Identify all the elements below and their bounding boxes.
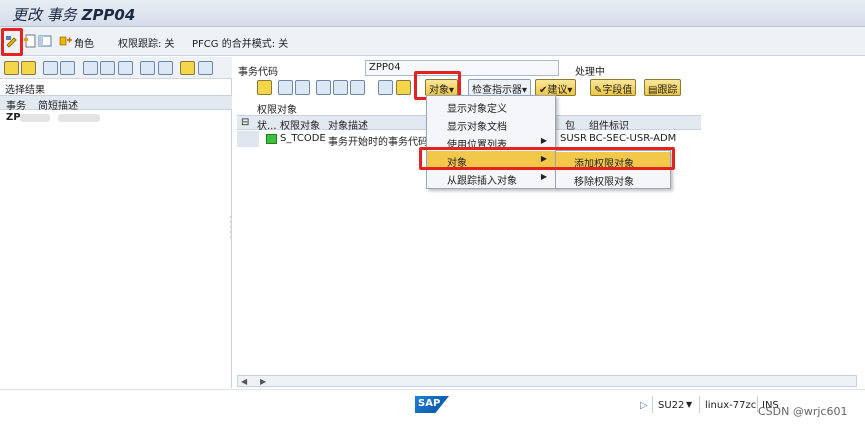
menu-item-insert-from-trace[interactable]: 从跟踪插入对象 ▶ [427, 169, 555, 187]
redacted-text [20, 114, 50, 122]
submenu-arrow-icon: ▶ [540, 172, 547, 181]
columns-icon[interactable] [198, 61, 213, 75]
new-document-icon[interactable] [23, 34, 37, 48]
menu-item-object[interactable]: 对象 ▶ [427, 151, 555, 169]
details-icon[interactable] [257, 80, 272, 95]
display-change-icon[interactable] [5, 34, 19, 48]
print-icon[interactable] [378, 80, 393, 95]
left-toolbar [0, 57, 232, 79]
cell-object-desc: 事务开始时的事务代码 [328, 137, 428, 148]
status-server: linux-77zc [705, 400, 757, 411]
menu-item-label: 添加权限对象 [574, 159, 634, 170]
check-indicator-button[interactable]: 检查指示器▾ [468, 79, 532, 96]
filter-icon[interactable] [350, 80, 365, 95]
col-auth-object[interactable]: 权限对象 [280, 117, 320, 132]
propose-button[interactable]: ✔建议▾ [535, 79, 577, 96]
object-menu-button[interactable]: 对象▾ [425, 79, 459, 96]
divider [652, 396, 653, 413]
col-tcode[interactable]: 事务 [6, 97, 26, 112]
col-status[interactable]: 状... [257, 117, 277, 132]
left-title: 选择结果 [5, 85, 45, 96]
find-next-icon[interactable] [333, 80, 348, 95]
cell-component: BC-SEC-USR-ADM [589, 133, 677, 144]
page-title: 更改 事务 ZPP04 [12, 4, 135, 25]
menu-item-where-used[interactable]: 使用位置列表 ▶ [427, 133, 555, 151]
table-row[interactable]: ZP [0, 111, 232, 125]
cell-package: SUSR [560, 133, 587, 144]
divider [699, 396, 700, 413]
zoom-out-icon[interactable] [21, 61, 36, 75]
object-context-menu: 显示对象定义 显示对象文档 使用位置列表 ▶ 对象 ▶ 从跟踪插入对象 ▶ [426, 95, 556, 189]
row-tcode: ZP [6, 112, 21, 123]
sort-asc-icon[interactable] [43, 61, 58, 75]
sort-desc-icon[interactable] [60, 61, 75, 75]
col-short-desc[interactable]: 简短描述 [38, 97, 78, 112]
menu-item-show-documentation[interactable]: 显示对象文档 [427, 115, 555, 133]
status-tcode[interactable]: SU22 [658, 400, 684, 411]
object-toolbar: 对象▾ 检查指示器▾ ✔建议▾ ✎字段值 ▤跟踪 [253, 79, 865, 98]
row-selector[interactable] [237, 131, 259, 147]
horizontal-scrollbar[interactable]: ◀ ▶ [237, 375, 857, 387]
layout-grid-icon[interactable] [396, 80, 411, 95]
sort-desc-icon[interactable] [295, 80, 310, 95]
menu-item-label: 对象 [447, 158, 467, 169]
menu-item-label: 显示对象定义 [447, 104, 507, 115]
scroll-right-icon[interactable]: ▶ [260, 377, 266, 386]
redacted-text [58, 114, 100, 122]
grid-title: 权限对象 [257, 105, 297, 116]
layout-grid-icon[interactable] [180, 61, 195, 75]
processing-status: 处理中 [575, 67, 605, 78]
menu-item-show-definition[interactable]: 显示对象定义 [427, 97, 555, 115]
menu-item-label: 使用位置列表 [447, 140, 507, 151]
status-bar: SAP ▷ SU22 ▼ linux-77zc INS CSDN @wrjc60… [0, 389, 865, 428]
submenu-arrow-icon: ▶ [540, 154, 547, 163]
menu-item-label: 从跟踪插入对象 [447, 176, 517, 187]
col-component[interactable]: 组件标识 [589, 117, 629, 132]
select-all-icon[interactable]: ⊟ [241, 117, 249, 128]
trace-status[interactable]: 权限跟踪: 关 [118, 35, 175, 50]
scroll-left-icon[interactable]: ◀ [241, 377, 247, 386]
find-next-icon[interactable] [100, 61, 115, 75]
col-object-desc[interactable]: 对象描述 [328, 117, 368, 132]
role-icon [59, 36, 72, 46]
tcode-label: 事务代码 [238, 67, 278, 78]
field-value-button[interactable]: ✎字段值 [590, 79, 637, 96]
title-code: ZPP04 [81, 6, 136, 24]
menu-item-add-auth-object[interactable]: 添加权限对象 [556, 152, 670, 170]
trace-label: 跟踪 [657, 85, 678, 96]
splitter-handle[interactable]: · · · · · [229, 214, 232, 242]
cell-auth-object: S_TCODE [280, 133, 326, 144]
layout-icon[interactable] [38, 34, 52, 48]
application-toolbar: 角色 权限跟踪: 关 PFCG 的合并模式: 关 [0, 27, 865, 56]
merge-mode-status[interactable]: PFCG 的合并模式: 关 [192, 35, 288, 50]
tcode-field[interactable]: ZPP04 [365, 60, 559, 76]
title-bar: 更改 事务 ZPP04 [0, 0, 865, 27]
left-pane: 选择结果 事务 简短描述 ZP [0, 57, 232, 388]
dropdown-arrow-icon: ▾ [567, 85, 573, 96]
role-button[interactable]: 角色 [74, 35, 94, 50]
submenu-arrow-icon: ▶ [540, 136, 547, 145]
col-package[interactable]: 包 [565, 117, 575, 132]
menu-item-remove-auth-object[interactable]: 移除权限对象 [556, 170, 670, 188]
print-icon[interactable] [140, 61, 155, 75]
sap-logo: SAP [415, 396, 449, 413]
export-icon[interactable] [158, 61, 173, 75]
watermark: CSDN @wrjc601 [758, 405, 848, 418]
field-value-label: 字段值 [602, 85, 633, 96]
title-prefix: 更改 事务 [12, 6, 77, 24]
menu-item-label: 移除权限对象 [574, 177, 634, 188]
menu-item-label: 显示对象文档 [447, 122, 507, 133]
left-table-header: 事务 简短描述 [0, 95, 232, 112]
status-green-icon [266, 134, 277, 144]
object-submenu: 添加权限对象 移除权限对象 [555, 150, 671, 189]
find-icon[interactable] [316, 80, 331, 95]
find-icon[interactable] [83, 61, 98, 75]
sort-asc-icon[interactable] [278, 80, 293, 95]
zoom-in-icon[interactable] [4, 61, 19, 75]
trace-button[interactable]: ▤跟踪 [644, 79, 682, 96]
status-expand-icon[interactable]: ▷ [640, 400, 648, 411]
filter-icon[interactable] [118, 61, 133, 75]
dropdown-arrow-icon[interactable]: ▼ [686, 400, 692, 409]
